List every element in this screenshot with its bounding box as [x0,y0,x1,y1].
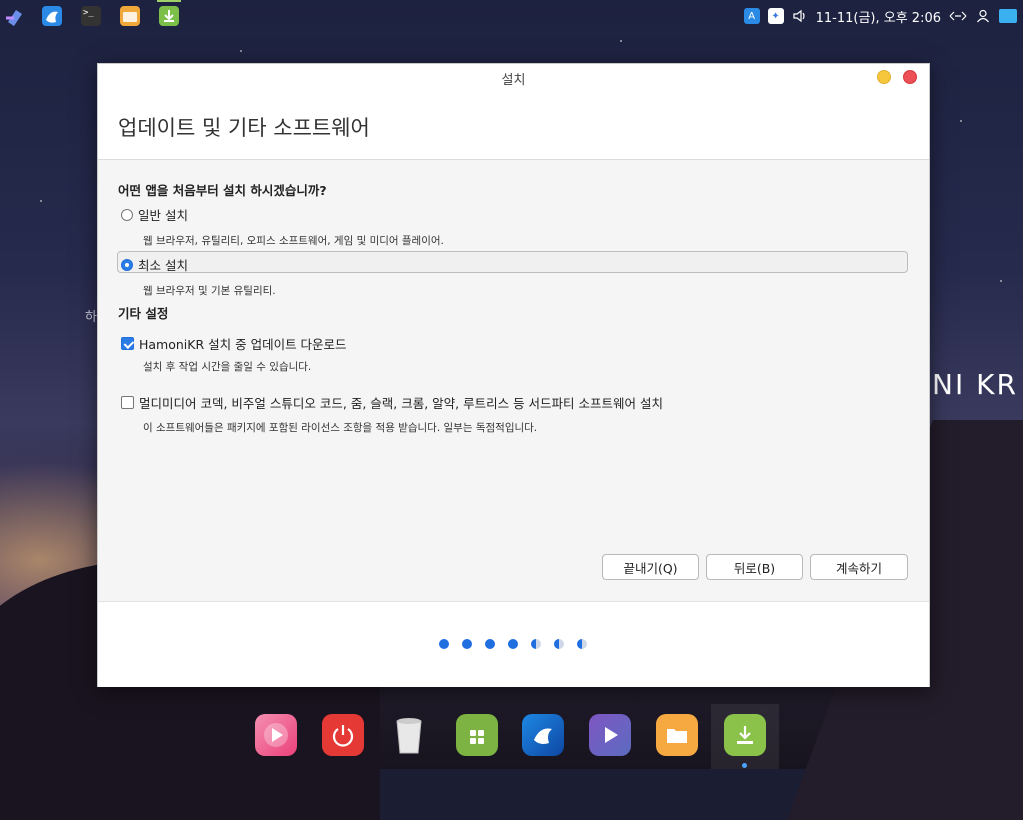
download-updates-description: 설치 후 작업 시간을 줄일 수 있습니다. [143,361,312,373]
update-notifier-icon[interactable]: ✦ [767,8,784,24]
progress-footer [98,601,929,687]
video-player-icon[interactable] [589,714,631,756]
browser-icon[interactable] [522,714,564,756]
back-button[interactable]: 뒤로(B) [706,554,803,580]
normal-install-description: 웹 브라우저, 유틸리티, 오피스 소프트웨어, 게임 및 미디어 플레이어. [143,235,444,247]
normal-install-option[interactable]: 일반 설치 [121,205,188,224]
page-header: 업데이트 및 기타 소프트웨어 [98,90,929,160]
third-party-checkbox[interactable] [121,396,134,409]
minimal-install-radio[interactable] [121,258,133,271]
progress-dot [439,639,449,649]
third-party-option[interactable]: 멀디미디어 코덱, 비주얼 스튜디오 코드, 줌, 슬랙, 크롬, 알약, 루트… [121,393,663,412]
show-desktop-icon[interactable] [999,9,1017,23]
software-center-icon[interactable] [456,714,498,756]
volume-icon[interactable] [792,8,808,24]
menu-launcher-icon[interactable] [4,6,24,26]
network-icon[interactable] [949,8,967,24]
dock-running-indicator [742,763,747,768]
progress-dot [485,639,495,649]
progress-dot-pending [577,639,587,649]
third-party-label: 멀디미디어 코덱, 비주얼 스튜디오 코드, 줌, 슬랙, 크롬, 알약, 루트… [139,396,663,411]
clock[interactable]: 11-11(금), 오후 2:06 [816,7,941,26]
normal-install-label: 일반 설치 [138,208,188,223]
minimal-install-highlight [117,251,908,273]
system-tray: A ✦ 11-11(금), 오후 2:06 [743,0,1023,32]
active-app-indicator [157,0,181,2]
page-title: 업데이트 및 기타 소프트웨어 [118,116,370,140]
minimal-install-label: 최소 설치 [138,258,188,273]
installer-app-icon[interactable] [159,6,179,26]
files-icon[interactable] [656,714,698,756]
quit-button[interactable]: 끝내기(Q) [602,554,699,580]
media-player-icon[interactable] [255,714,297,756]
download-updates-label: HamoniKR 설치 중 업데이트 다운로드 [139,337,347,352]
progress-dot-pending [554,639,564,649]
close-button[interactable] [903,70,917,84]
files-app-icon[interactable] [120,6,140,26]
installer-icon[interactable] [724,714,766,756]
power-icon[interactable] [322,714,364,756]
minimize-button[interactable] [877,70,891,84]
terminal-prompt-glyph: >_ [83,8,94,18]
third-party-description: 이 소프트웨어들은 패키지에 포함된 라이선스 조항을 적용 받습니다. 일부는… [143,422,538,434]
continue-button[interactable]: 계속하기 [810,554,908,580]
user-icon[interactable] [975,8,991,24]
download-updates-checkbox[interactable] [121,337,134,350]
progress-dot [462,639,472,649]
download-updates-option[interactable]: HamoniKR 설치 중 업데이트 다운로드 [121,334,347,353]
top-panel: >_ A ✦ 11-11(금), 오후 2:06 [0,0,1023,32]
normal-install-radio[interactable] [121,208,133,221]
minimal-install-option[interactable]: 최소 설치 [121,255,188,274]
other-settings-heading: 기타 설정 [118,306,169,321]
installer-window: 설치 업데이트 및 기타 소프트웨어 어떤 앱을 처음부터 설치 하시겠습니까?… [97,63,930,687]
trash-icon[interactable] [388,714,430,756]
terminal-app-icon[interactable]: >_ [81,6,101,26]
brand-logo-text: NI KR [932,368,1018,401]
window-title: 설치 [501,73,526,88]
progress-dot-pending [531,639,541,649]
minimal-install-description: 웹 브라우저 및 기본 유틸리티. [143,285,276,297]
install-type-question: 어떤 앱을 처음부터 설치 하시겠습니까? [118,183,327,198]
progress-dot [508,639,518,649]
browser-app-icon[interactable] [42,6,62,26]
desktop-text-fragment: 하 [85,310,97,325]
window-titlebar[interactable]: 설치 [98,64,929,90]
input-method-icon[interactable]: A [743,8,760,24]
